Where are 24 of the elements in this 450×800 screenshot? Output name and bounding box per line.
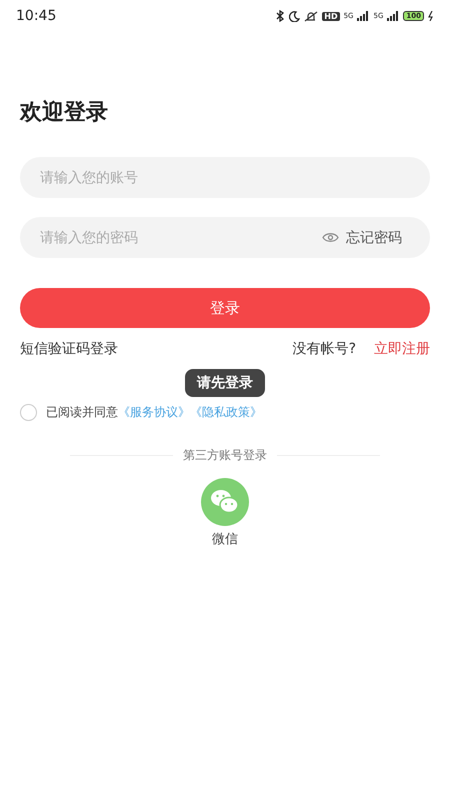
agreement-link[interactable]: 《隐私政策》	[190, 404, 262, 421]
account-field[interactable]: 请输入您的账号	[20, 157, 430, 198]
moon-icon	[289, 10, 300, 22]
muted-bell-icon	[304, 10, 318, 22]
sms-login-link[interactable]: 短信验证码登录	[20, 340, 118, 358]
signal-icon	[387, 11, 400, 21]
hd-badge: HD	[322, 12, 340, 20]
charging-icon	[428, 11, 434, 21]
signal-icon	[357, 11, 370, 21]
toast-message: 请先登录	[185, 369, 265, 397]
login-button[interactable]: 登录	[20, 288, 430, 328]
chat-bubbles-icon[interactable]	[201, 478, 249, 526]
bluetooth-icon	[276, 10, 286, 22]
status-time: 10:45	[16, 8, 56, 24]
forgot-password-link[interactable]: 忘记密码	[346, 228, 402, 246]
no-account-text: 没有帐号?	[292, 340, 356, 358]
third-party-heading: 第三方账号登录	[183, 447, 267, 464]
page-title: 欢迎登录	[20, 100, 109, 126]
eye-icon[interactable]	[322, 232, 339, 243]
agreement-link[interactable]: 《服务协议》	[118, 404, 190, 421]
wechat-label: 微信	[212, 531, 238, 548]
agreement-checkbox[interactable]	[20, 404, 37, 421]
register-link[interactable]: 立即注册	[374, 340, 430, 358]
agreement-text: 已阅读并同意	[46, 404, 118, 421]
